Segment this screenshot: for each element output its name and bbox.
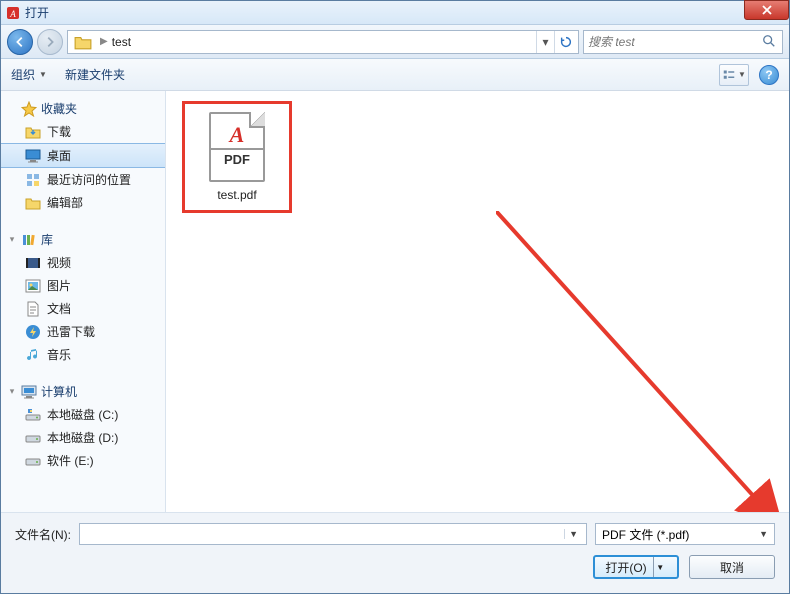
tree-header-computer[interactable]: ▾ 计算机	[1, 380, 165, 403]
sidebar-item-recent[interactable]: 最近访问的位置	[1, 168, 165, 191]
svg-text:A: A	[9, 9, 16, 19]
view-mode-button[interactable]: ▼	[719, 64, 749, 86]
picture-icon	[25, 278, 41, 294]
tree-label: 收藏夹	[41, 100, 77, 117]
sidebar-item-drive-d[interactable]: 本地磁盘 (D:)	[1, 426, 165, 449]
caret-down-icon: ▾	[7, 386, 17, 397]
new-folder-label: 新建文件夹	[65, 66, 125, 83]
refresh-button[interactable]	[554, 31, 576, 53]
video-icon	[25, 255, 41, 271]
open-button-label: 打开(O)	[605, 559, 646, 576]
file-type-filter[interactable]: PDF 文件 (*.pdf) ▼	[595, 523, 775, 545]
caret-down-icon: ▼	[759, 529, 768, 539]
search-icon[interactable]	[762, 34, 778, 50]
sidebar: 收藏夹 下载 桌面 最近访问的位置 编辑部	[1, 91, 166, 512]
app-icon: A	[5, 5, 21, 21]
music-icon	[25, 347, 41, 363]
tree-item-label: 编辑部	[47, 194, 83, 211]
pdf-icon-label: PDF	[211, 148, 263, 167]
download-folder-icon	[25, 124, 41, 140]
caret-down-icon: ▾	[7, 234, 17, 245]
caret-down-icon[interactable]: ▼	[564, 529, 582, 539]
open-split-caret[interactable]: ▼	[653, 557, 667, 577]
tree-label: 库	[41, 231, 53, 248]
tree-item-label: 视频	[47, 254, 71, 271]
sidebar-item-editor[interactable]: 编辑部	[1, 191, 165, 214]
sidebar-item-pictures[interactable]: 图片	[1, 274, 165, 297]
pdf-file-icon: A PDF	[209, 112, 265, 182]
navbar: ▶ test ▾	[1, 25, 789, 59]
drive-icon	[25, 430, 41, 446]
folder-icon	[74, 33, 92, 51]
search-box[interactable]	[583, 30, 783, 54]
drive-icon	[25, 453, 41, 469]
open-button[interactable]: 打开(O) ▼	[593, 555, 679, 579]
help-button[interactable]: ?	[759, 65, 779, 85]
tree-item-label: 桌面	[47, 147, 71, 164]
tree-item-label: 音乐	[47, 346, 71, 363]
organize-label: 组织	[11, 66, 35, 83]
annotation-arrow	[496, 211, 789, 512]
tree-item-label: 下载	[47, 123, 71, 140]
file-list-area[interactable]: A PDF test.pdf	[166, 91, 789, 512]
sidebar-item-documents[interactable]: 文档	[1, 297, 165, 320]
recent-icon	[25, 172, 41, 188]
tree-favorites: 收藏夹 下载 桌面 最近访问的位置 编辑部	[1, 97, 165, 214]
breadcrumb-path[interactable]: ▶ test ▾	[67, 30, 579, 54]
tree-header-favorites[interactable]: 收藏夹	[1, 97, 165, 120]
filename-label: 文件名(N):	[15, 526, 71, 543]
path-segment[interactable]: test	[112, 35, 131, 49]
dialog-footer: 文件名(N): ▼ PDF 文件 (*.pdf) ▼ 打开(O) ▼ 取消	[1, 512, 789, 593]
tree-item-label: 文档	[47, 300, 71, 317]
tree-item-label: 迅雷下载	[47, 323, 95, 340]
tree-item-label: 本地磁盘 (C:)	[47, 406, 118, 423]
tree-computer: ▾ 计算机 本地磁盘 (C:) 本地磁盘 (D:) 软件 (E:)	[1, 380, 165, 472]
desktop-icon	[25, 148, 41, 164]
window-title: 打开	[25, 4, 49, 21]
close-button[interactable]	[744, 0, 789, 20]
thunder-icon	[25, 324, 41, 340]
tree-libraries: ▾ 库 视频 图片 文档 迅雷下载	[1, 228, 165, 366]
sidebar-item-downloads[interactable]: 下载	[1, 120, 165, 143]
tree-item-label: 最近访问的位置	[47, 171, 131, 188]
sidebar-item-thunder[interactable]: 迅雷下载	[1, 320, 165, 343]
caret-down-icon: ▼	[39, 70, 47, 79]
path-dropdown-icon[interactable]: ▾	[536, 31, 554, 53]
pdf-icon-glyph: A	[230, 122, 245, 148]
organize-menu[interactable]: 组织 ▼	[11, 66, 47, 83]
titlebar: A 打开	[1, 1, 789, 25]
drive-system-icon	[25, 407, 41, 423]
search-input[interactable]	[588, 35, 762, 49]
tree-item-label: 软件 (E:)	[47, 452, 94, 469]
sidebar-item-music[interactable]: 音乐	[1, 343, 165, 366]
sidebar-item-drive-e[interactable]: 软件 (E:)	[1, 449, 165, 472]
forward-button[interactable]	[37, 29, 63, 55]
filter-label: PDF 文件 (*.pdf)	[602, 526, 689, 543]
tree-item-label: 图片	[47, 277, 71, 294]
sidebar-item-drive-c[interactable]: 本地磁盘 (C:)	[1, 403, 165, 426]
filename-combobox[interactable]: ▼	[79, 523, 587, 545]
sidebar-item-desktop[interactable]: 桌面	[1, 143, 165, 168]
new-folder-button[interactable]: 新建文件夹	[65, 66, 125, 83]
computer-icon	[21, 384, 37, 400]
cancel-button[interactable]: 取消	[689, 555, 775, 579]
caret-down-icon: ▼	[738, 70, 746, 79]
file-item-pdf[interactable]: A PDF test.pdf	[182, 101, 292, 213]
tree-label: 计算机	[41, 383, 77, 400]
file-name: test.pdf	[217, 188, 256, 202]
tree-item-label: 本地磁盘 (D:)	[47, 429, 118, 446]
chevron-right-icon: ▶	[100, 36, 108, 47]
sidebar-item-video[interactable]: 视频	[1, 251, 165, 274]
document-icon	[25, 301, 41, 317]
star-icon	[21, 101, 37, 117]
libraries-icon	[21, 232, 37, 248]
cancel-button-label: 取消	[720, 559, 744, 576]
tree-header-libraries[interactable]: ▾ 库	[1, 228, 165, 251]
back-button[interactable]	[7, 29, 33, 55]
folder-icon	[25, 195, 41, 211]
toolbar: 组织 ▼ 新建文件夹 ▼ ?	[1, 59, 789, 91]
open-dialog-window: A 打开 ▶ test ▾	[0, 0, 790, 594]
dialog-body: 收藏夹 下载 桌面 最近访问的位置 编辑部	[1, 91, 789, 512]
